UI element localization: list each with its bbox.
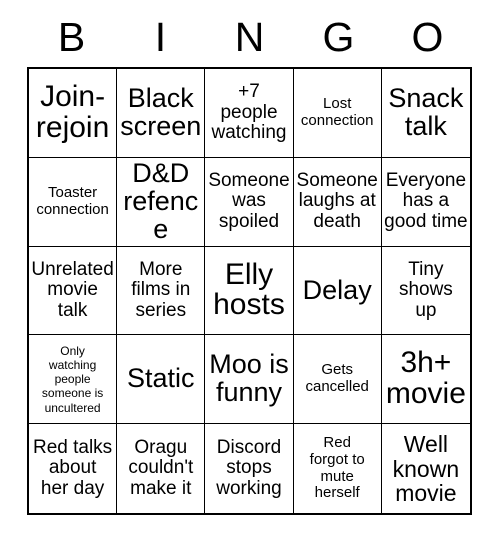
bingo-cell-label: Well known movie bbox=[392, 431, 460, 506]
bingo-cell-label: Red forgot to mute herself bbox=[309, 434, 365, 502]
bingo-cell[interactable]: Someone laughs at death bbox=[293, 157, 382, 247]
bingo-cell[interactable]: Everyone has a good time bbox=[381, 157, 470, 247]
bingo-card: B I N G O Join- rejoin Black screen +7 peo… bbox=[0, 0, 500, 544]
bingo-cell[interactable]: Red forgot to mute herself bbox=[293, 424, 382, 513]
bingo-cell-label: D&D refence bbox=[123, 158, 199, 244]
bingo-cell-label: Oragu couldn't make it bbox=[128, 436, 194, 499]
header-letter-n: N bbox=[234, 13, 265, 60]
bingo-grid: Join- rejoin Black screen +7 people watchi… bbox=[27, 67, 472, 515]
bingo-cell[interactable]: 3h+ movie bbox=[381, 335, 470, 425]
bingo-cell-label: Someone was spoiled bbox=[208, 169, 290, 232]
bingo-cell-label: Elly hosts bbox=[213, 257, 285, 322]
bingo-cell-label: 3h+ movie bbox=[385, 346, 466, 411]
bingo-cell[interactable]: Toaster connection bbox=[29, 157, 118, 247]
bingo-cell-label: Discord stops working bbox=[216, 436, 282, 499]
bingo-cell[interactable]: D&D refence bbox=[117, 157, 206, 247]
bingo-cell[interactable]: Moo is funny bbox=[205, 335, 294, 425]
bingo-cell-label: Snack talk bbox=[388, 83, 464, 141]
bingo-cell[interactable]: Tiny shows up bbox=[381, 246, 470, 336]
bingo-cell-label: +7 people watching bbox=[211, 81, 287, 144]
bingo-cell-label: Moo is funny bbox=[209, 349, 289, 408]
bingo-cell-label: Black screen bbox=[120, 83, 202, 141]
bingo-cell[interactable]: More films in series bbox=[117, 246, 206, 336]
bingo-cell-label: Everyone has a good time bbox=[384, 169, 468, 232]
header-letter-g: G bbox=[322, 13, 355, 60]
bingo-cell-label: Lost connection bbox=[300, 95, 374, 129]
bingo-cell[interactable]: Oragu couldn't make it bbox=[117, 424, 206, 513]
bingo-cell-label: Red talks about her day bbox=[32, 436, 113, 499]
bingo-cell[interactable]: Snack talk bbox=[381, 69, 470, 158]
bingo-cell-label: More films in series bbox=[131, 258, 191, 321]
bingo-cell-label: Toaster connection bbox=[36, 183, 109, 218]
bingo-cell-label: Only watching people someone is unculter… bbox=[41, 343, 104, 415]
bingo-cell[interactable]: Static bbox=[117, 335, 206, 425]
bingo-cell[interactable]: Delay bbox=[293, 246, 382, 336]
bingo-cell-label: Someone laughs at death bbox=[296, 169, 378, 232]
bingo-cell[interactable]: Unrelated movie talk bbox=[29, 246, 118, 336]
bingo-cell[interactable]: Black screen bbox=[117, 69, 206, 158]
bingo-cell[interactable]: Someone was spoiled bbox=[205, 157, 294, 247]
bingo-cell-label: Gets cancelled bbox=[305, 361, 369, 396]
bingo-cell[interactable]: +7 people watching bbox=[205, 69, 294, 158]
bingo-cell[interactable]: Join- rejoin bbox=[29, 69, 118, 158]
bingo-cell-label: Delay bbox=[302, 274, 372, 305]
bingo-cell[interactable]: Red talks about her day bbox=[29, 424, 118, 513]
bingo-cell[interactable]: Only watching people someone is unculter… bbox=[29, 335, 118, 425]
bingo-cell-label: Static bbox=[127, 363, 195, 394]
bingo-cell-label: Unrelated movie talk bbox=[31, 258, 114, 321]
bingo-header-row: B I N G O bbox=[27, 8, 472, 66]
bingo-cell[interactable]: Well known movie bbox=[381, 424, 470, 513]
header-letter-o: O bbox=[411, 13, 444, 60]
bingo-cell[interactable]: Elly hosts bbox=[205, 246, 294, 336]
bingo-cell-label: Tiny shows up bbox=[398, 258, 453, 321]
bingo-cell-label: Join- rejoin bbox=[35, 80, 110, 144]
header-letter-i: I bbox=[154, 13, 167, 60]
bingo-cell[interactable]: Discord stops working bbox=[205, 424, 294, 513]
header-letter-b: B bbox=[57, 13, 86, 60]
bingo-cell[interactable]: Gets cancelled bbox=[293, 335, 382, 425]
bingo-cell[interactable]: Lost connection bbox=[293, 69, 382, 158]
